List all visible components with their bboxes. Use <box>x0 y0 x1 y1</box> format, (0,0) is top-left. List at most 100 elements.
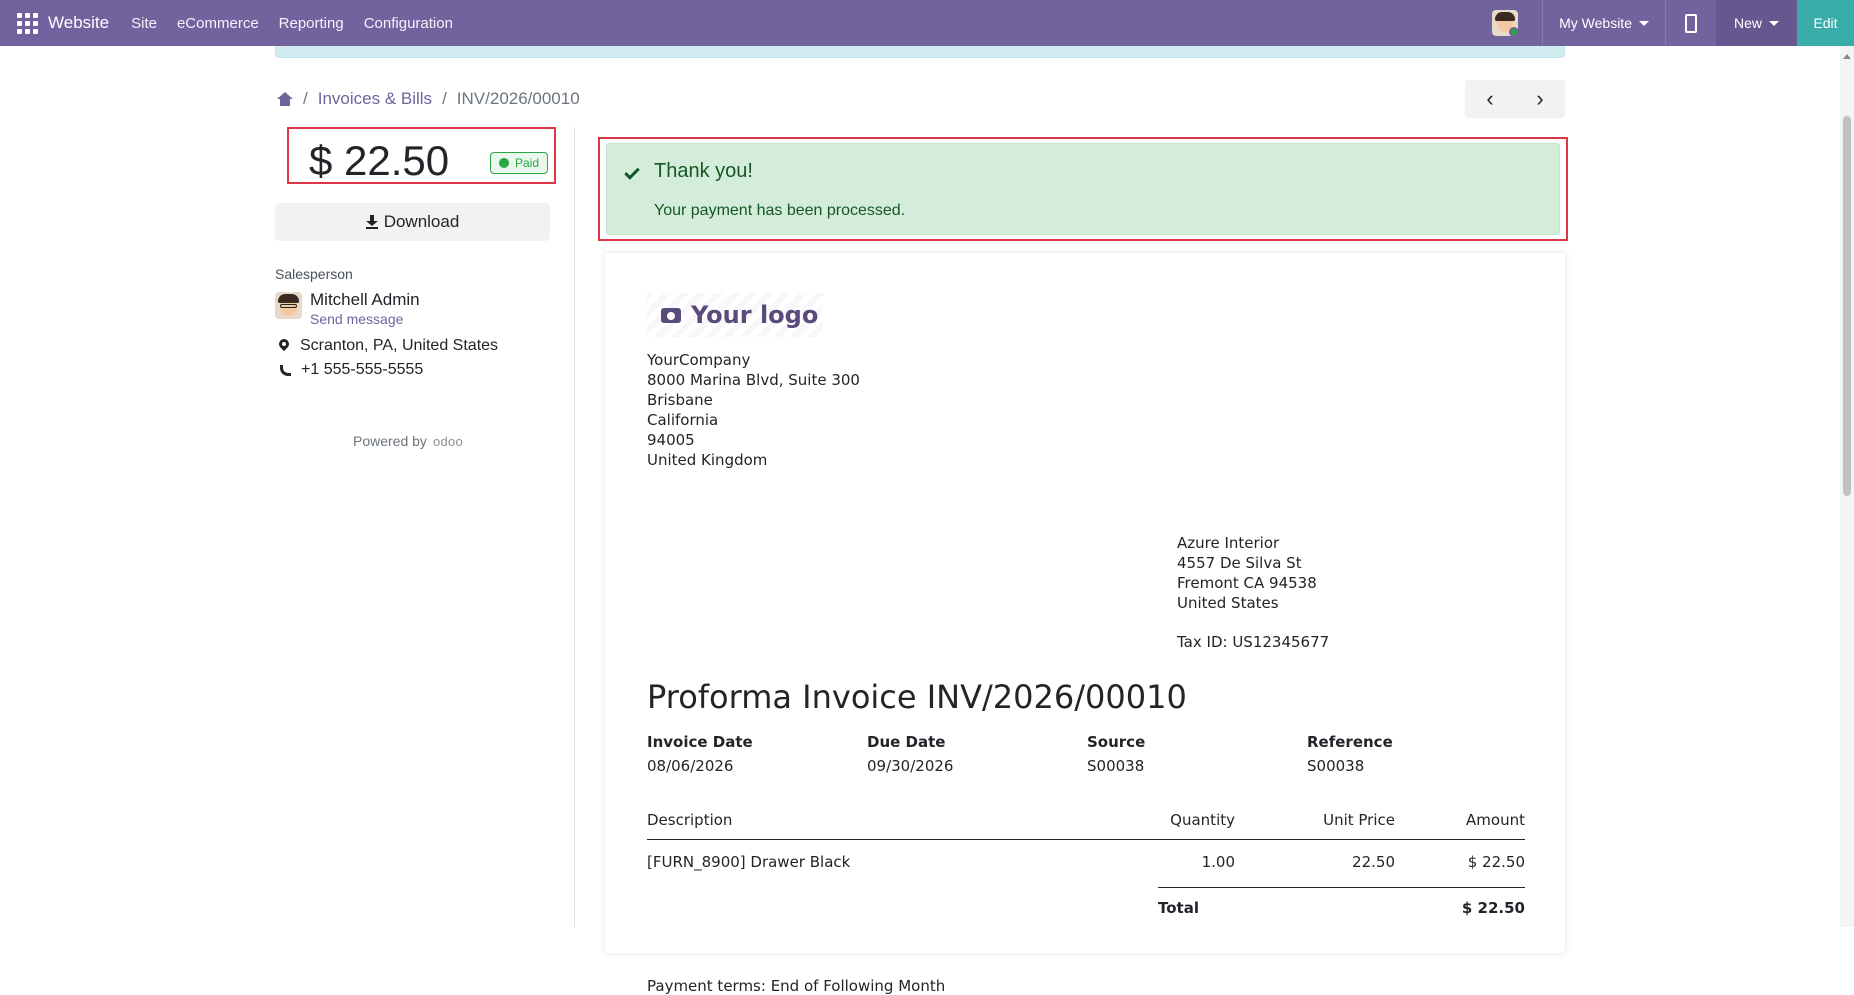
chevron-down-icon <box>1638 20 1649 26</box>
page-scrollbar[interactable] <box>1840 46 1854 927</box>
invoice-date-field: Invoice Date 08/06/2026 <box>647 733 867 775</box>
app-brand[interactable]: Website <box>48 13 109 33</box>
salesperson-phone: +1 555-555-5555 <box>279 361 423 379</box>
breadcrumb-separator: / <box>442 89 447 108</box>
total-label: Total <box>1158 899 1199 917</box>
column-description: Description <box>647 811 733 829</box>
check-circle-icon <box>498 158 509 168</box>
meta-label: Invoice Date <box>647 733 753 751</box>
user-avatar[interactable] <box>1492 10 1519 36</box>
status-badge-label: Paid <box>514 156 539 170</box>
camera-icon <box>661 307 681 323</box>
reference-field: Reference S00038 <box>1307 733 1527 775</box>
edit-button[interactable]: Edit <box>1797 0 1854 46</box>
chevron-down-icon <box>1769 20 1779 26</box>
company-name: YourCompany <box>647 351 751 369</box>
meta-value: S00038 <box>1087 757 1145 775</box>
customer-address: Azure Interior 4557 De Silva St Fremont … <box>1177 533 1317 613</box>
home-icon[interactable] <box>277 92 293 106</box>
company-street: 8000 Marina Blvd, Suite 300 <box>647 371 860 389</box>
download-label: Download <box>383 212 460 231</box>
column-divider <box>574 127 575 927</box>
company-address: YourCompany 8000 Marina Blvd, Suite 300 … <box>647 350 860 470</box>
powered-by-label: Powered by <box>353 433 427 449</box>
company-city: Brisbane <box>647 391 713 409</box>
customer-street: 4557 De Silva St <box>1177 554 1302 572</box>
website-selector[interactable]: My Website <box>1543 0 1665 46</box>
salesperson-name: Mitchell Admin <box>310 290 420 309</box>
line-amount: $ 22.50 <box>1467 853 1525 871</box>
salesperson-avatar <box>275 292 302 319</box>
top-navbar: Website Site eCommerce Reporting Configu… <box>0 0 1854 46</box>
scrollbar-thumb[interactable] <box>1843 116 1851 496</box>
invoice-amount: $ 22.50 <box>309 137 450 184</box>
column-unit-price: Unit Price <box>1323 811 1395 829</box>
company-zip: 94005 <box>647 431 695 449</box>
customer-tax-id: Tax ID: US12345677 <box>1177 633 1330 651</box>
meta-value: S00038 <box>1307 757 1365 775</box>
powered-by: Powered by odoo <box>353 433 463 449</box>
website-selector-label: My Website <box>1559 15 1632 31</box>
record-pager: ‹ › <box>1465 80 1565 118</box>
menu-site[interactable]: Site <box>131 15 157 32</box>
check-icon <box>624 164 640 180</box>
breadcrumb-current: INV/2026/00010 <box>456 89 580 108</box>
meta-value: 09/30/2026 <box>867 757 954 775</box>
phone-icon <box>279 364 291 376</box>
company-country: United Kingdom <box>647 451 768 469</box>
breadcrumb: / Invoices & Bills / INV/2026/00010 <box>277 89 580 109</box>
map-marker-icon <box>276 336 292 353</box>
invoice-amount-box: $ 22.50 Paid <box>287 127 556 184</box>
scroll-up-arrow-icon[interactable] <box>1843 54 1851 59</box>
location-text: Scranton, PA, United States <box>300 337 499 354</box>
menu-ecommerce[interactable]: eCommerce <box>177 15 259 32</box>
topbar-right: My Website New Edit <box>1492 0 1854 46</box>
breadcrumb-separator: / <box>303 89 308 108</box>
customer-country: United States <box>1177 594 1279 612</box>
meta-label: Source <box>1087 733 1146 751</box>
total-value: $ 22.50 <box>1461 899 1525 917</box>
invoice-lines-table: Description Quantity Unit Price Amount [… <box>647 811 1525 995</box>
previous-record-button[interactable]: ‹ <box>1465 80 1515 118</box>
meta-value: 08/06/2026 <box>647 757 734 775</box>
meta-label: Reference <box>1307 733 1393 751</box>
table-header: Description Quantity Unit Price Amount <box>647 811 1525 840</box>
column-quantity: Quantity <box>1170 811 1235 829</box>
mobile-phone-icon <box>1684 13 1697 33</box>
invoice-title: Proforma Invoice INV/2026/00010 <box>647 678 1187 716</box>
next-record-button[interactable]: › <box>1515 80 1565 118</box>
company-logo: Your logo <box>647 293 823 337</box>
due-date-field: Due Date 09/30/2026 <box>867 733 1087 775</box>
payment-success-alert: Thank you! Your payment has been process… <box>606 143 1560 235</box>
payment-terms: Payment terms: End of Following Month <box>647 977 946 995</box>
mobile-preview-button[interactable] <box>1666 0 1716 46</box>
line-description: [FURN_8900] Drawer Black <box>647 853 851 871</box>
logo-text: Your logo <box>691 301 819 329</box>
menu-reporting[interactable]: Reporting <box>279 15 344 32</box>
salesperson-location: Scranton, PA, United States <box>276 336 499 355</box>
odoo-logo[interactable]: odoo <box>433 434 463 449</box>
send-message-link[interactable]: Send message <box>310 311 403 327</box>
company-state: California <box>647 411 719 429</box>
line-unit-price: 22.50 <box>1352 853 1395 871</box>
invoice-meta: Invoice Date 08/06/2026 Due Date 09/30/2… <box>647 733 1527 775</box>
phone-text[interactable]: +1 555-555-5555 <box>301 361 423 379</box>
meta-label: Due Date <box>867 733 946 751</box>
apps-menu-icon[interactable] <box>17 12 39 34</box>
download-button[interactable]: Download <box>275 203 550 241</box>
status-badge: Paid <box>489 152 548 174</box>
customer-name: Azure Interior <box>1177 534 1280 552</box>
alert-message: Your payment has been processed. <box>654 202 906 219</box>
menu-configuration[interactable]: Configuration <box>364 15 453 32</box>
new-button[interactable]: New <box>1715 0 1797 46</box>
invoice-document: Your logo YourCompany 8000 Marina Blvd, … <box>605 253 1565 995</box>
payment-alert-highlight: Thank you! Your payment has been process… <box>598 137 1568 241</box>
online-status-icon <box>1509 27 1519 36</box>
total-row: Total $ 22.50 <box>1158 887 1525 917</box>
new-button-label: New <box>1733 15 1762 31</box>
column-amount: Amount <box>1466 811 1525 829</box>
line-quantity: 1.00 <box>1201 853 1235 871</box>
breadcrumb-invoices[interactable]: Invoices & Bills <box>318 89 432 109</box>
source-field: Source S00038 <box>1087 733 1307 775</box>
alert-title: Thank you! <box>654 160 753 182</box>
